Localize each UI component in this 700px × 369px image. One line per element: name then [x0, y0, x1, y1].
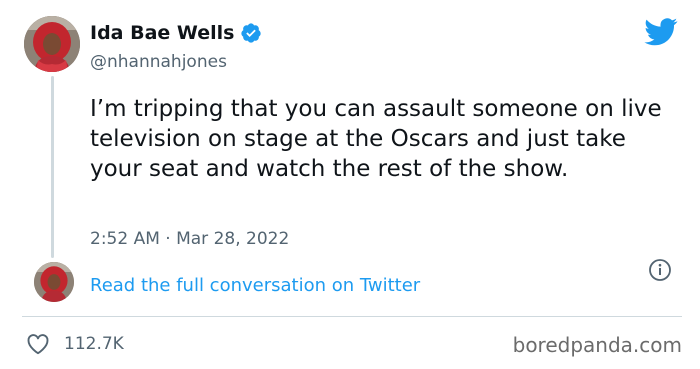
divider — [22, 316, 682, 317]
twitter-bird-icon[interactable] — [644, 18, 678, 46]
read-full-conversation-link[interactable]: Read the full conversation on Twitter — [90, 275, 420, 296]
avatar-image — [24, 16, 80, 72]
author-handle[interactable]: @nhannahjones — [90, 52, 227, 72]
verified-badge-icon — [240, 22, 262, 44]
info-icon[interactable] — [648, 258, 672, 282]
author-name-row[interactable]: Ida Bae Wells — [90, 22, 262, 44]
tweet-timestamp[interactable]: 2:52 AM · Mar 28, 2022 — [90, 229, 289, 249]
reply-avatar-image — [34, 262, 74, 302]
like-button[interactable]: 112.7K — [26, 333, 124, 355]
thread-line — [51, 76, 54, 258]
tweet-text: I’m tripping that you can assault someon… — [90, 96, 662, 182]
display-name[interactable]: Ida Bae Wells — [90, 22, 234, 44]
reply-avatar[interactable] — [34, 262, 74, 302]
watermark: boredpanda.com — [512, 333, 682, 357]
avatar[interactable] — [24, 16, 80, 72]
heart-icon[interactable] — [26, 333, 50, 355]
like-count: 112.7K — [64, 334, 124, 354]
